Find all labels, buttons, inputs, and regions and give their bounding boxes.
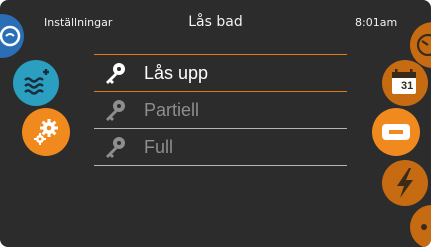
menu-item-full[interactable]: Full xyxy=(94,129,347,165)
spa-nav-button[interactable] xyxy=(0,14,24,58)
device-frame: Inställningar Lås bad 8:01am 31 Lås upp … xyxy=(0,0,431,247)
menu-item-label: Partiell xyxy=(144,99,200,120)
calendar-day-text: 31 xyxy=(401,80,414,92)
settings-gears-icon xyxy=(34,119,58,145)
settings-nav-button[interactable] xyxy=(22,108,70,156)
menu-item-label: Lås upp xyxy=(144,62,209,83)
spa-icon xyxy=(0,25,21,47)
lightning-icon xyxy=(397,168,413,198)
clock-time: 8:01am xyxy=(355,16,398,29)
menu-item-label: Full xyxy=(144,136,174,157)
display-icon xyxy=(382,124,410,140)
spa-control-screen: Inställningar Lås bad 8:01am 31 Lås upp … xyxy=(0,0,431,247)
menu-divider xyxy=(94,165,347,166)
calendar-nav-button[interactable]: 31 xyxy=(382,60,428,106)
lock-options-menu: Lås upp Partiell Full xyxy=(94,54,347,166)
more-icon xyxy=(421,224,427,230)
menu-item-unlock[interactable]: Lås upp xyxy=(94,55,347,91)
display-nav-button[interactable] xyxy=(372,108,420,156)
key-icon xyxy=(106,63,125,84)
key-icon xyxy=(106,100,125,121)
more-nav-button[interactable] xyxy=(410,205,431,247)
menu-item-partial[interactable]: Partiell xyxy=(94,92,347,128)
key-icon xyxy=(106,137,125,158)
water-temperature-icon xyxy=(24,69,49,95)
water-temperature-nav-button[interactable] xyxy=(13,60,59,106)
power-nav-button[interactable] xyxy=(382,160,428,206)
